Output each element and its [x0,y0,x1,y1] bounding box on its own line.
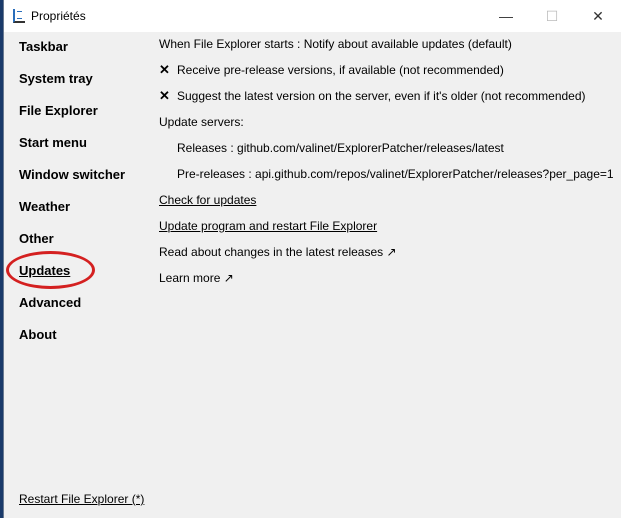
sidebar-item-label: Advanced [19,295,82,310]
prereleases-server[interactable]: Pre-releases : api.github.com/repos/vali… [159,166,619,192]
checkmark-x-icon: ✕ [159,88,170,103]
highlight-circle [6,251,95,289]
check-for-updates-link[interactable]: Check for updates [159,192,619,218]
minimize-button[interactable]: — [483,0,529,32]
prerelease-label: Receive pre-release versions, if availab… [177,63,504,77]
properties-window: Propriétés — ☐ ✕ Taskbar System tray Fil… [3,0,621,518]
sidebar-item-about[interactable]: About [19,326,125,358]
sidebar-item-start-menu[interactable]: Start menu [19,134,125,166]
title-bar: Propriétés — ☐ ✕ [4,0,621,32]
window-title: Propriétés [31,9,86,23]
updates-panel: When File Explorer starts : Notify about… [159,36,619,296]
sidebar-item-file-explorer[interactable]: File Explorer [19,102,125,134]
sidebar-item-advanced[interactable]: Advanced [19,294,125,326]
sidebar-item-label: Weather [19,199,71,214]
sidebar-item-taskbar[interactable]: Taskbar [19,38,125,70]
sidebar-item-label: About [19,327,57,342]
sidebar-item-label: Taskbar [19,39,68,54]
releases-server[interactable]: Releases : github.com/valinet/ExplorerPa… [159,140,619,166]
sidebar-item-weather[interactable]: Weather [19,198,125,230]
sidebar-item-system-tray[interactable]: System tray [19,70,125,102]
sidebar-item-label: Start menu [19,135,87,150]
update-and-restart-link[interactable]: Update program and restart File Explorer [159,218,619,244]
sidebar-item-label: System tray [19,71,93,86]
suggest-label: Suggest the latest version on the server… [177,89,586,103]
close-button[interactable]: ✕ [575,0,621,32]
maximize-button[interactable]: ☐ [529,0,575,32]
app-icon [13,9,25,23]
restart-file-explorer-link[interactable]: Restart File Explorer (*) [19,492,144,506]
sidebar-item-label: Window switcher [19,167,126,182]
prerelease-checkbox[interactable]: ✕ Receive pre-release versions, if availa… [159,62,619,88]
startup-option[interactable]: When File Explorer starts : Notify about… [159,36,619,62]
sidebar: Taskbar System tray File Explorer Start … [6,38,125,358]
update-servers-label: Update servers: [159,115,244,129]
sidebar-item-label: File Explorer [19,103,98,118]
sidebar-item-label: Other [19,231,54,246]
sidebar-item-window-switcher[interactable]: Window switcher [19,166,125,198]
suggest-latest-checkbox[interactable]: ✕ Suggest the latest version on the serve… [159,88,619,114]
sidebar-item-updates[interactable]: Updates [6,251,125,294]
checkmark-x-icon: ✕ [159,62,170,77]
read-changes-link[interactable]: Read about changes in the latest release… [159,244,619,270]
learn-more-link[interactable]: Learn more ↗ [159,270,619,296]
